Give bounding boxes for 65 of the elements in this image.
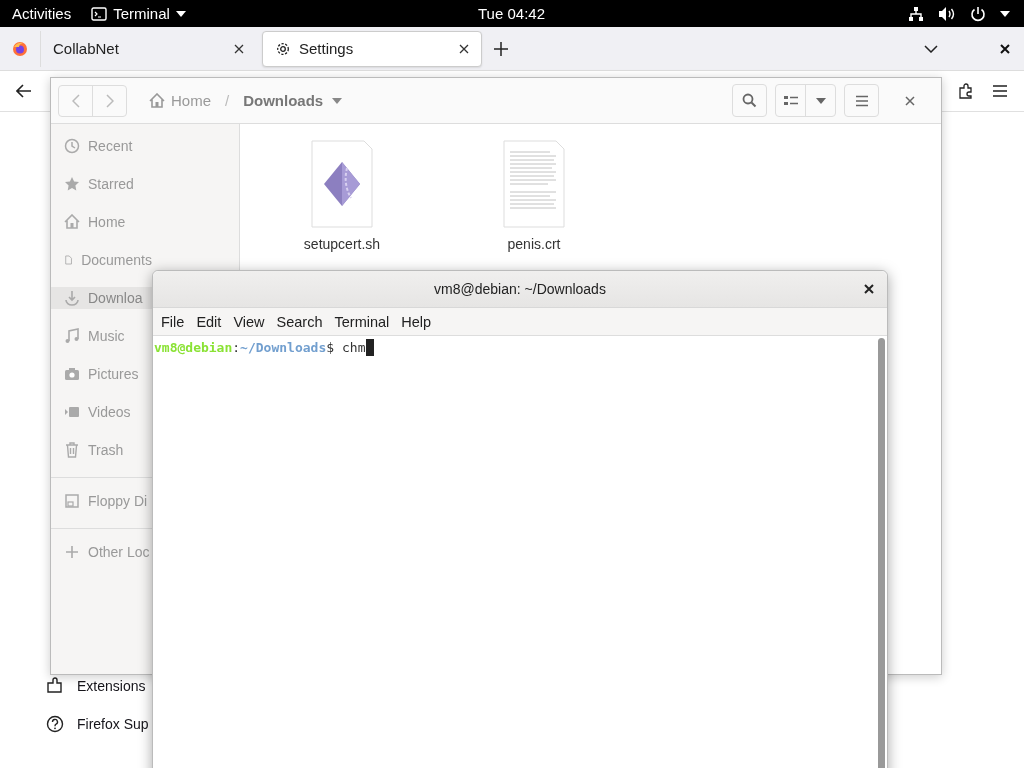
chevron-right-icon — [105, 93, 114, 108]
menu-button[interactable] — [844, 84, 879, 117]
menu-item[interactable]: View — [227, 313, 271, 330]
menu-item[interactable]: File — [155, 313, 191, 330]
menu-icon — [854, 94, 869, 107]
menu-item[interactable]: Edit — [190, 313, 228, 330]
gear-icon — [275, 40, 291, 57]
chevron-down-icon[interactable] — [924, 44, 938, 53]
close-icon[interactable] — [1000, 43, 1010, 54]
window-title: vm8@debian: ~/Downloads — [434, 281, 606, 297]
file-name[interactable]: setupcert.sh — [303, 236, 381, 252]
search-icon — [742, 93, 757, 108]
plus-icon — [64, 544, 80, 560]
scrollbar[interactable] — [878, 338, 885, 768]
text-cursor — [365, 339, 374, 356]
trash-icon — [64, 442, 80, 458]
power-icon[interactable] — [970, 5, 986, 22]
menu-item[interactable]: Help — [395, 313, 438, 330]
video-camera-icon — [64, 404, 80, 420]
caret-icon — [332, 97, 343, 104]
document-icon — [64, 252, 74, 268]
terminal-icon — [91, 6, 108, 21]
music-note-icon — [64, 328, 80, 344]
file-name[interactable]: penis.crt — [507, 236, 561, 252]
volume-icon[interactable] — [938, 5, 956, 22]
browser-tab[interactable]: Settings — [262, 30, 482, 67]
puzzle-icon — [46, 677, 64, 695]
clock[interactable]: Tue 04:42 — [478, 5, 545, 22]
puzzle-icon[interactable] — [958, 83, 974, 99]
close-icon[interactable] — [459, 43, 469, 54]
close-icon[interactable] — [234, 43, 244, 54]
close-icon[interactable] — [864, 284, 874, 294]
browser-tab[interactable]: CollabNet — [40, 30, 256, 67]
list-view-icon — [783, 94, 798, 107]
home-icon — [64, 214, 80, 230]
settings-link[interactable]: Extensions — [77, 678, 146, 694]
prompt-separator: : — [232, 340, 241, 355]
caret-icon[interactable] — [1000, 10, 1010, 17]
home-icon — [149, 93, 165, 108]
camera-icon — [64, 366, 80, 382]
clock-icon — [64, 138, 80, 154]
prompt-symbol: $ — [326, 340, 335, 355]
download-icon — [64, 290, 80, 306]
menu-item[interactable]: Terminal — [328, 313, 396, 330]
new-tab-icon[interactable] — [494, 41, 508, 56]
prompt-path: ~/Downloads — [240, 340, 327, 355]
network-icon[interactable] — [908, 5, 924, 22]
prompt-user: vm8@debian — [154, 340, 233, 355]
caret-icon — [175, 10, 186, 17]
activities-button[interactable]: Activities — [12, 5, 72, 22]
chevron-left-icon — [71, 93, 80, 108]
star-icon — [64, 176, 80, 192]
caret-icon — [815, 97, 826, 104]
menu-item[interactable]: Search — [270, 313, 329, 330]
search-button[interactable] — [732, 84, 767, 117]
back-arrow-icon[interactable] — [16, 84, 32, 98]
menu-icon[interactable] — [992, 84, 1008, 98]
browser-logo-icon — [12, 40, 28, 57]
path-separator: / — [225, 92, 230, 109]
app-menu[interactable]: Terminal — [91, 5, 186, 22]
script-file-icon[interactable] — [311, 140, 373, 228]
settings-link[interactable]: Firefox Sup — [77, 716, 149, 732]
help-icon — [46, 715, 64, 733]
command-text: chm — [342, 340, 366, 355]
path-button[interactable]: Downloads — [243, 92, 343, 109]
